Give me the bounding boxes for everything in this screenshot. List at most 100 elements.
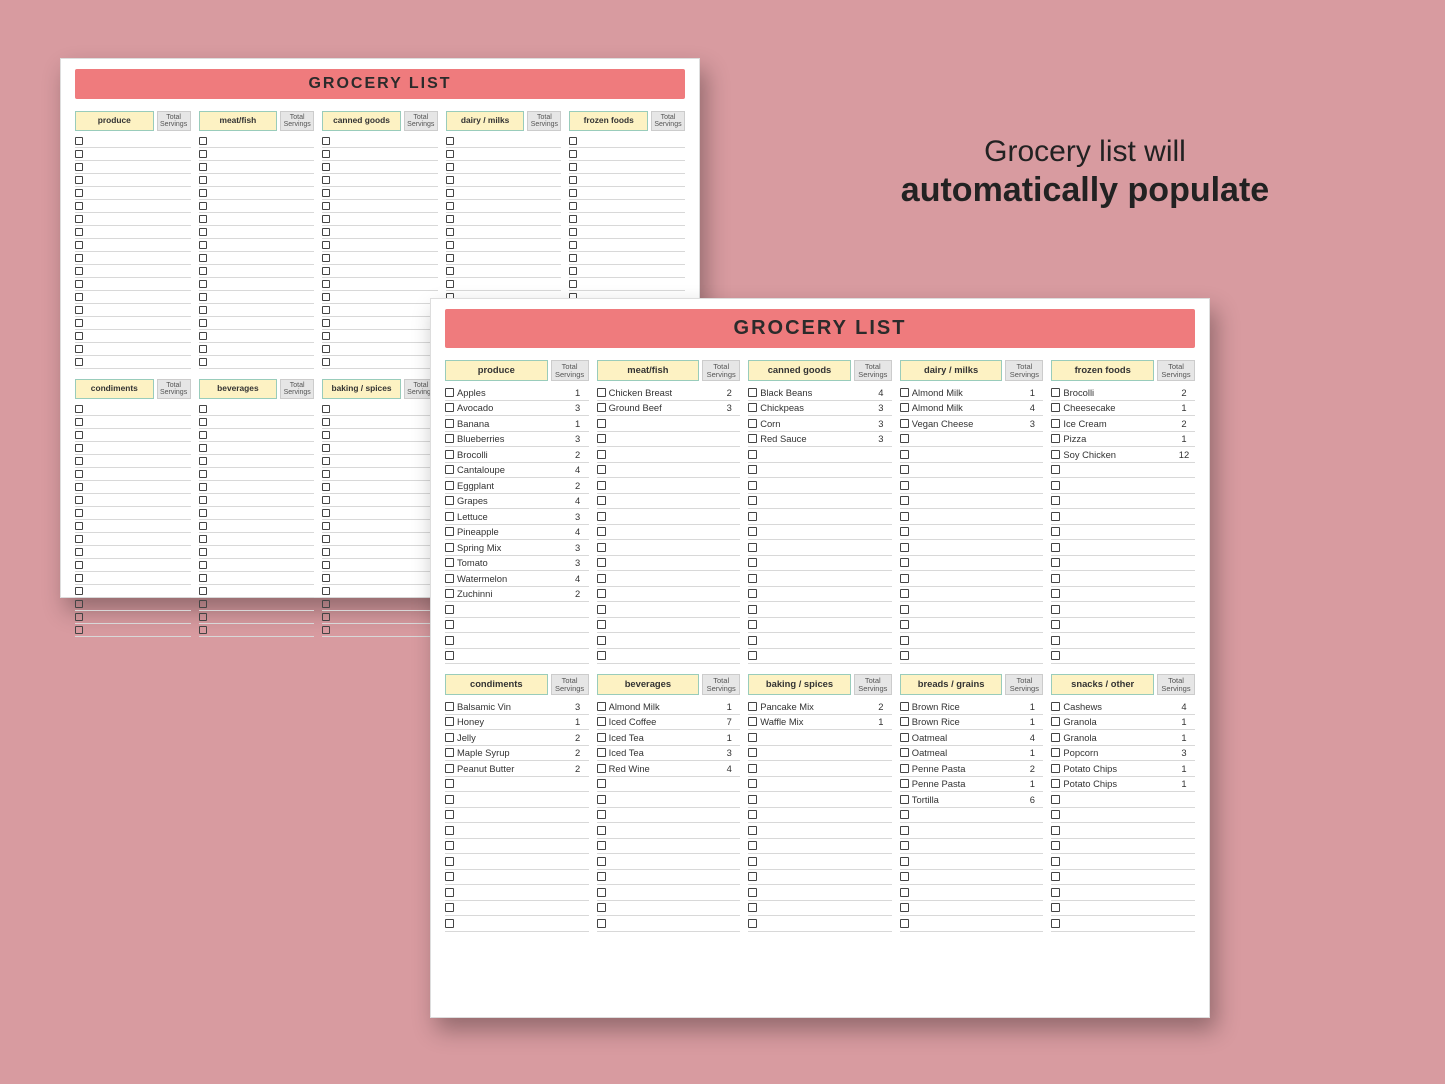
checkbox[interactable] (75, 600, 83, 608)
checkbox[interactable] (748, 527, 757, 536)
checkbox[interactable] (199, 163, 207, 171)
checkbox[interactable] (900, 403, 909, 412)
checkbox[interactable] (446, 137, 454, 145)
checkbox[interactable] (322, 496, 330, 504)
checkbox[interactable] (900, 872, 909, 881)
checkbox[interactable] (199, 228, 207, 236)
checkbox[interactable] (199, 418, 207, 426)
checkbox[interactable] (322, 483, 330, 491)
checkbox[interactable] (900, 543, 909, 552)
checkbox[interactable] (597, 857, 606, 866)
checkbox[interactable] (1051, 810, 1060, 819)
checkbox[interactable] (322, 574, 330, 582)
checkbox[interactable] (597, 636, 606, 645)
checkbox[interactable] (1051, 527, 1060, 536)
checkbox[interactable] (748, 748, 757, 757)
checkbox[interactable] (1051, 388, 1060, 397)
checkbox[interactable] (322, 332, 330, 340)
checkbox[interactable] (322, 613, 330, 621)
checkbox[interactable] (1051, 651, 1060, 660)
checkbox[interactable] (75, 163, 83, 171)
checkbox[interactable] (75, 319, 83, 327)
checkbox[interactable] (75, 241, 83, 249)
checkbox[interactable] (445, 810, 454, 819)
checkbox[interactable] (748, 434, 757, 443)
checkbox[interactable] (597, 558, 606, 567)
checkbox[interactable] (597, 826, 606, 835)
checkbox[interactable] (597, 702, 606, 711)
checkbox[interactable] (75, 176, 83, 184)
checkbox[interactable] (748, 888, 757, 897)
checkbox[interactable] (446, 254, 454, 262)
checkbox[interactable] (1051, 903, 1060, 912)
checkbox[interactable] (445, 903, 454, 912)
checkbox[interactable] (199, 405, 207, 413)
checkbox[interactable] (322, 405, 330, 413)
checkbox[interactable] (597, 434, 606, 443)
checkbox[interactable] (75, 306, 83, 314)
checkbox[interactable] (322, 228, 330, 236)
checkbox[interactable] (446, 202, 454, 210)
checkbox[interactable] (597, 419, 606, 428)
checkbox[interactable] (748, 620, 757, 629)
checkbox[interactable] (900, 574, 909, 583)
checkbox[interactable] (1051, 589, 1060, 598)
checkbox[interactable] (597, 481, 606, 490)
checkbox[interactable] (900, 512, 909, 521)
checkbox[interactable] (1051, 764, 1060, 773)
checkbox[interactable] (75, 587, 83, 595)
checkbox[interactable] (75, 345, 83, 353)
checkbox[interactable] (569, 202, 577, 210)
checkbox[interactable] (748, 465, 757, 474)
checkbox[interactable] (900, 589, 909, 598)
checkbox[interactable] (322, 176, 330, 184)
checkbox[interactable] (75, 215, 83, 223)
checkbox[interactable] (748, 779, 757, 788)
checkbox[interactable] (597, 888, 606, 897)
checkbox[interactable] (75, 137, 83, 145)
checkbox[interactable] (597, 779, 606, 788)
checkbox[interactable] (75, 267, 83, 275)
checkbox[interactable] (1051, 636, 1060, 645)
checkbox[interactable] (445, 465, 454, 474)
checkbox[interactable] (569, 254, 577, 262)
checkbox[interactable] (322, 345, 330, 353)
checkbox[interactable] (445, 826, 454, 835)
checkbox[interactable] (75, 574, 83, 582)
checkbox[interactable] (75, 293, 83, 301)
checkbox[interactable] (597, 574, 606, 583)
checkbox[interactable] (597, 403, 606, 412)
checkbox[interactable] (446, 189, 454, 197)
checkbox[interactable] (900, 527, 909, 536)
checkbox[interactable] (446, 267, 454, 275)
checkbox[interactable] (446, 280, 454, 288)
checkbox[interactable] (569, 215, 577, 223)
checkbox[interactable] (446, 215, 454, 223)
checkbox[interactable] (199, 600, 207, 608)
checkbox[interactable] (322, 267, 330, 275)
checkbox[interactable] (75, 150, 83, 158)
checkbox[interactable] (199, 345, 207, 353)
checkbox[interactable] (900, 733, 909, 742)
checkbox[interactable] (445, 872, 454, 881)
checkbox[interactable] (445, 558, 454, 567)
checkbox[interactable] (75, 444, 83, 452)
checkbox[interactable] (1051, 620, 1060, 629)
checkbox[interactable] (748, 733, 757, 742)
checkbox[interactable] (322, 509, 330, 517)
checkbox[interactable] (597, 795, 606, 804)
checkbox[interactable] (597, 841, 606, 850)
checkbox[interactable] (569, 280, 577, 288)
checkbox[interactable] (1051, 872, 1060, 881)
checkbox[interactable] (445, 779, 454, 788)
checkbox[interactable] (322, 548, 330, 556)
checkbox[interactable] (445, 620, 454, 629)
checkbox[interactable] (199, 332, 207, 340)
checkbox[interactable] (199, 267, 207, 275)
checkbox[interactable] (322, 280, 330, 288)
checkbox[interactable] (1051, 717, 1060, 726)
checkbox[interactable] (446, 163, 454, 171)
checkbox[interactable] (597, 651, 606, 660)
checkbox[interactable] (199, 626, 207, 634)
checkbox[interactable] (445, 717, 454, 726)
